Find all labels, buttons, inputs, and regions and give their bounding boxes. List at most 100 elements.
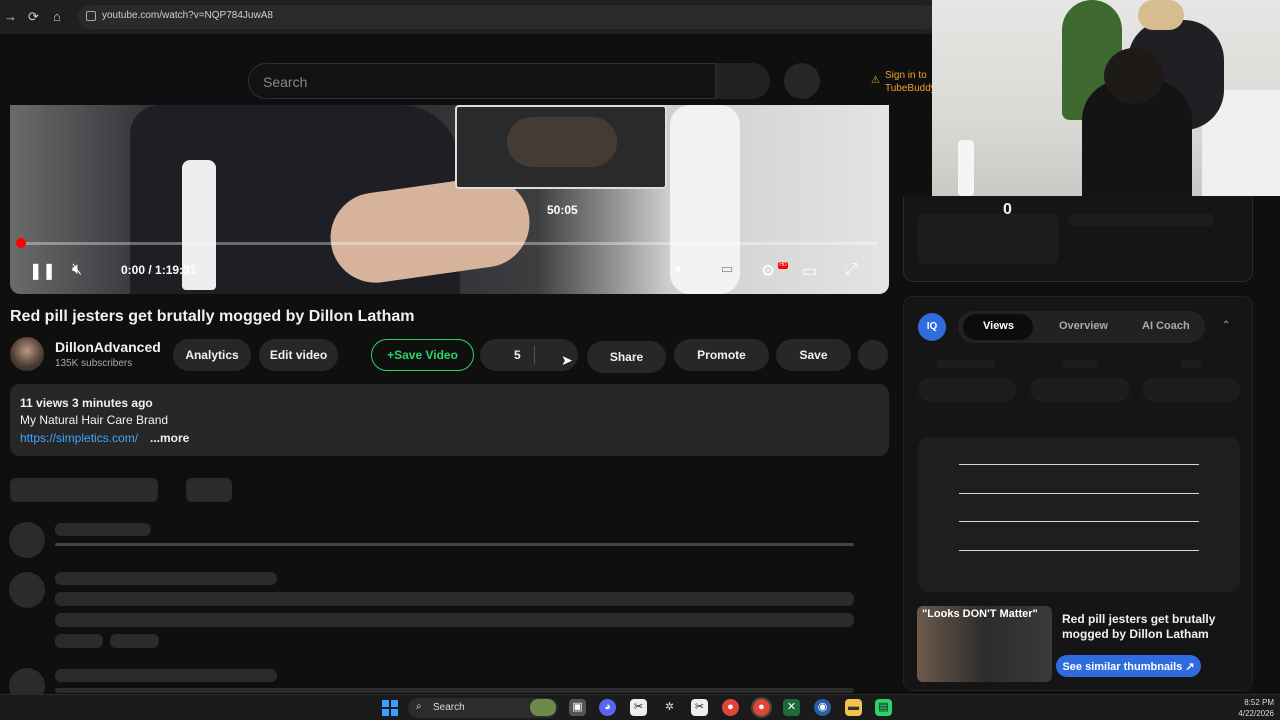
skeleton-stat — [918, 214, 1058, 264]
skeleton-label — [1180, 360, 1202, 368]
similar-thumbnail-text: "Looks DON'T Matter" — [922, 608, 1038, 620]
chatgpt-icon[interactable]: ✲ — [661, 699, 678, 716]
address-bar[interactable]: youtube.com/watch?v=NQP784JuwA8 — [78, 5, 938, 29]
mute-icon[interactable]: 🔇︎ — [72, 261, 82, 279]
clock-time: 8:52 PM — [1244, 698, 1274, 707]
share-button[interactable]: Share — [587, 341, 666, 373]
chart-gridline — [959, 464, 1199, 465]
theater-mode-icon[interactable]: ▭ — [802, 261, 817, 281]
skeleton-line — [55, 572, 277, 585]
webcam-bottle — [958, 140, 974, 196]
excel-icon[interactable]: ✕ — [783, 699, 800, 716]
skeleton-line — [55, 669, 277, 682]
windows-start-icon[interactable] — [382, 700, 398, 716]
site-info-icon[interactable] — [86, 11, 96, 21]
capcut-alt-icon[interactable]: ✂ — [691, 699, 708, 716]
subscriber-count: 135K subscribers — [55, 358, 133, 369]
webcam-person-standing-hair — [1138, 0, 1184, 30]
warning-icon: ⚠ — [871, 75, 880, 86]
voice-search-button[interactable] — [784, 63, 820, 99]
like-dislike-divider — [534, 346, 535, 364]
clock-date: 4/22/2026 — [1238, 709, 1274, 718]
skeleton-avatar — [9, 522, 45, 558]
seek-preview-time: 50:05 — [547, 203, 578, 217]
skeleton-line — [55, 613, 854, 627]
tubebuddy-line2: TubeBuddy — [885, 83, 936, 94]
hd-badge: HD — [778, 262, 788, 269]
discord-icon[interactable]: ◕ — [599, 699, 616, 716]
skeleton-avatar — [9, 572, 45, 608]
skeleton-stat-pill — [1142, 378, 1240, 402]
task-view-icon[interactable]: ▣ — [569, 699, 586, 716]
description-text: My Natural Hair Care Brand — [20, 413, 169, 427]
file-explorer-icon[interactable]: ▬ — [845, 699, 862, 716]
pause-icon[interactable]: ❚❚ — [29, 261, 56, 281]
tab-overview[interactable]: Overview — [1059, 320, 1108, 332]
description-link[interactable]: https://simpletics.com/ — [20, 431, 138, 445]
video-title: Red pill jesters get brutally mogged by … — [10, 308, 415, 325]
reload-icon[interactable]: ⟳ — [28, 9, 39, 25]
skeleton-sort-button — [186, 478, 232, 502]
like-count: 5 — [514, 348, 521, 362]
chart-gridline — [959, 550, 1199, 551]
channel-name[interactable]: DillonAdvanced — [55, 339, 161, 355]
skeleton-label — [1062, 360, 1098, 368]
views-and-date: 11 views 3 minutes ago — [20, 396, 153, 410]
tubebuddy-signin-link[interactable]: Sign in to TubeBuddy — [885, 69, 936, 95]
capcut-icon[interactable]: ✂ — [630, 699, 647, 716]
views-chart-area — [918, 437, 1240, 592]
progress-bar[interactable] — [20, 242, 878, 245]
edit-video-button[interactable]: Edit video — [259, 339, 338, 371]
similar-video-title: Red pill jesters get brutally mogged by … — [1062, 612, 1216, 641]
time-display: 0:00 / 1:19:31 — [121, 263, 197, 277]
skeleton-line — [55, 634, 103, 648]
skeleton-line — [110, 634, 159, 648]
search-placeholder: Search — [263, 74, 308, 90]
search-input[interactable]: Search — [248, 63, 716, 99]
chrome-icon[interactable]: ● — [722, 699, 739, 716]
autoplay-toggle-icon[interactable]: ⏸ — [675, 261, 682, 277]
collapse-chevron-icon[interactable]: ⌃ — [1222, 320, 1230, 331]
taskbar-search-label: Search — [433, 702, 465, 713]
tubebuddy-line1: Sign in to — [885, 70, 927, 81]
skeleton-stat-pill — [1030, 378, 1130, 402]
channel-avatar[interactable] — [10, 337, 44, 371]
progress-scrubber[interactable] — [16, 238, 26, 248]
search-button[interactable] — [716, 63, 770, 99]
chart-gridline — [959, 521, 1199, 522]
skeleton-line — [55, 523, 151, 536]
home-icon[interactable]: ⌂ — [53, 9, 61, 24]
fullscreen-icon[interactable]: ⤢ — [845, 261, 858, 279]
tab-views[interactable]: Views — [983, 320, 1014, 332]
skeleton-input-line — [55, 543, 854, 546]
more-actions-button[interactable] — [858, 340, 888, 370]
taskbar-widget-icon[interactable] — [530, 699, 556, 716]
url-text: youtube.com/watch?v=NQP784JuwA8 — [102, 10, 273, 21]
skeleton-line — [55, 688, 854, 693]
chrome-active-icon[interactable]: ● — [751, 697, 772, 718]
save-video-extension-button[interactable]: +Save Video — [371, 339, 474, 371]
browser-toolbar: → ⟳ ⌂ youtube.com/watch?v=NQP784JuwA8 — [0, 0, 938, 34]
mouse-cursor-icon: ➤ — [561, 352, 573, 368]
see-similar-thumbnails-button[interactable]: See similar thumbnails ↗ — [1056, 655, 1201, 677]
vidiq-logo: IQ — [918, 313, 946, 341]
taskbar-search-icon: ⌕ — [416, 701, 422, 712]
app-green-icon[interactable]: ▤ — [875, 699, 892, 716]
skeleton-line — [55, 592, 854, 606]
save-button[interactable]: Save — [776, 339, 851, 371]
webcam-overlay — [932, 0, 1280, 196]
show-more-link[interactable]: ...more — [150, 431, 189, 445]
forward-icon[interactable]: → — [4, 9, 17, 24]
system-clock[interactable]: 8:52 PM 4/22/2026 — [1238, 697, 1274, 719]
app-globe-icon[interactable]: ◉ — [814, 699, 831, 716]
promote-button[interactable]: Promote — [674, 339, 769, 371]
captions-icon[interactable]: ▭ — [721, 261, 733, 277]
skeleton-stat-pill — [918, 378, 1016, 402]
settings-gear-icon[interactable]: ⚙ — [761, 261, 775, 281]
skeleton-label — [936, 360, 996, 368]
skeleton-stat — [1068, 214, 1214, 226]
analytics-button[interactable]: Analytics — [173, 339, 251, 371]
webcam-person-seated-head — [1104, 48, 1164, 104]
tab-ai-coach[interactable]: AI Coach — [1142, 320, 1190, 332]
skeleton-comments-header — [10, 478, 158, 502]
